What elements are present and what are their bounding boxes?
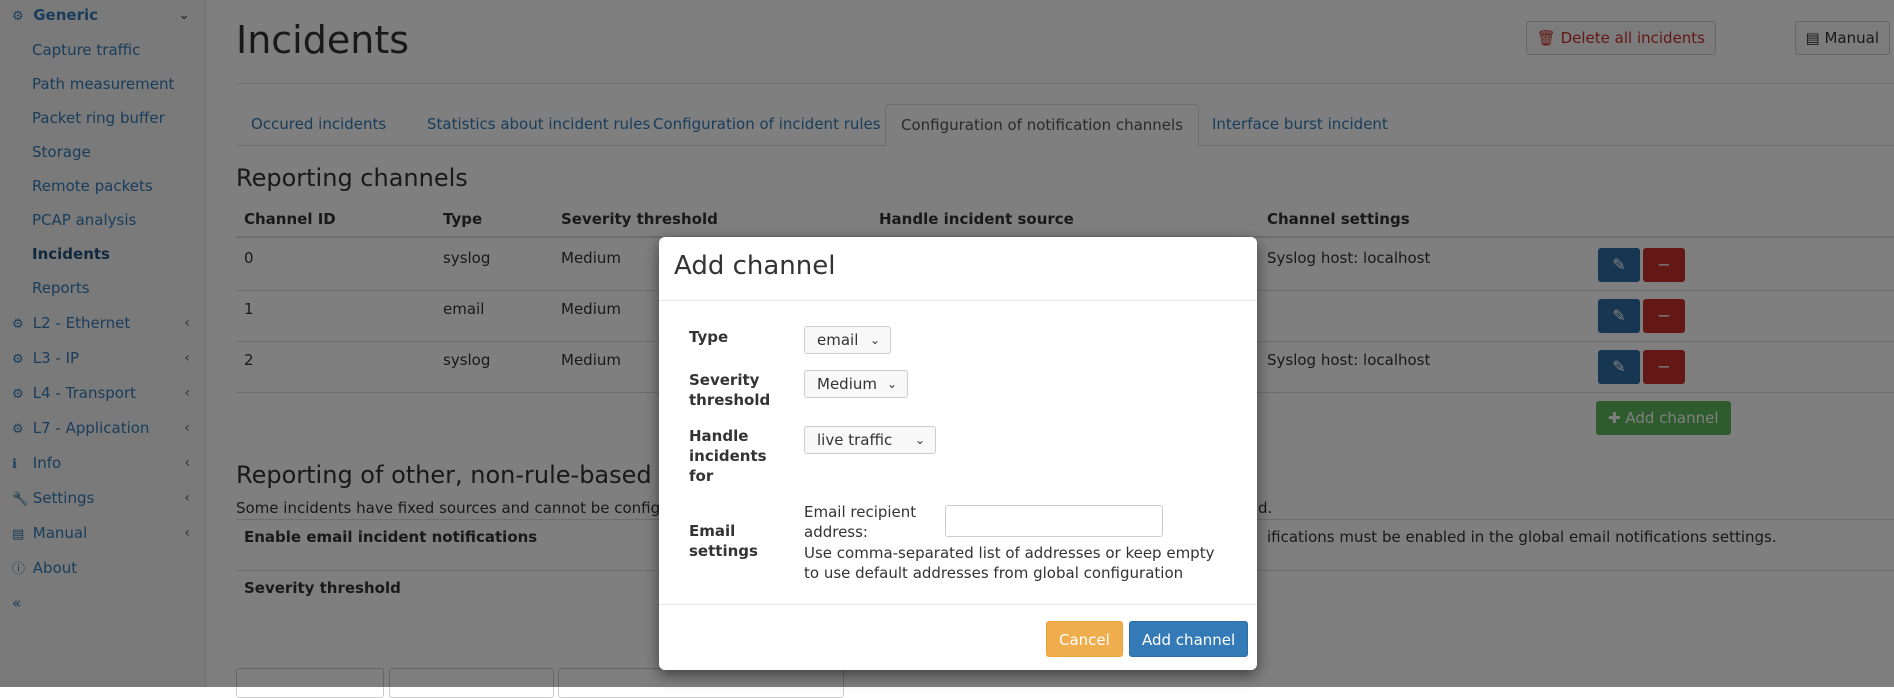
add-channel-modal: Add channel Type email ⌄ Severity thresh…: [659, 237, 1257, 670]
email-recipient-input[interactable]: [945, 505, 1163, 537]
modal-title: Add channel: [674, 251, 836, 281]
type-label: Type: [689, 328, 729, 346]
chevron-down-icon: ⌄: [886, 377, 897, 391]
modal-footer: [659, 604, 1257, 605]
handle-incidents-select[interactable]: live traffic ⌄: [804, 426, 936, 454]
email-recipient-label-line: Email recipient: [804, 503, 917, 521]
chevron-down-icon: ⌄: [914, 433, 925, 447]
email-recipient-label: Email recipient address:: [804, 502, 916, 542]
add-channel-submit-button[interactable]: Add channel: [1129, 621, 1249, 657]
modal-header: Add channel: [659, 237, 1257, 301]
severity-label: Severity threshold: [689, 370, 770, 410]
type-select[interactable]: email ⌄: [804, 326, 891, 354]
handle-label-line: for: [689, 467, 714, 485]
cancel-button[interactable]: Cancel: [1046, 621, 1123, 657]
email-settings-label-line: Email: [689, 522, 736, 540]
severity-select[interactable]: Medium ⌄: [804, 370, 908, 398]
email-help-text: Use comma-separated list of addresses or…: [804, 544, 1215, 582]
handle-incidents-label: Handle incidents for: [689, 426, 767, 486]
email-settings-label: Email settings: [689, 521, 758, 561]
handle-label-line: incidents: [689, 447, 767, 465]
type-select-value: email: [817, 331, 859, 349]
severity-label-line: threshold: [689, 391, 771, 409]
email-settings-label-line: settings: [689, 542, 758, 560]
chevron-down-icon: ⌄: [869, 333, 880, 347]
email-recipient-label-line: address:: [804, 523, 868, 541]
severity-select-value: Medium: [817, 375, 877, 393]
handle-label-line: Handle: [689, 427, 749, 445]
severity-label-line: Severity: [689, 371, 760, 389]
handle-select-value: live traffic: [817, 431, 893, 449]
